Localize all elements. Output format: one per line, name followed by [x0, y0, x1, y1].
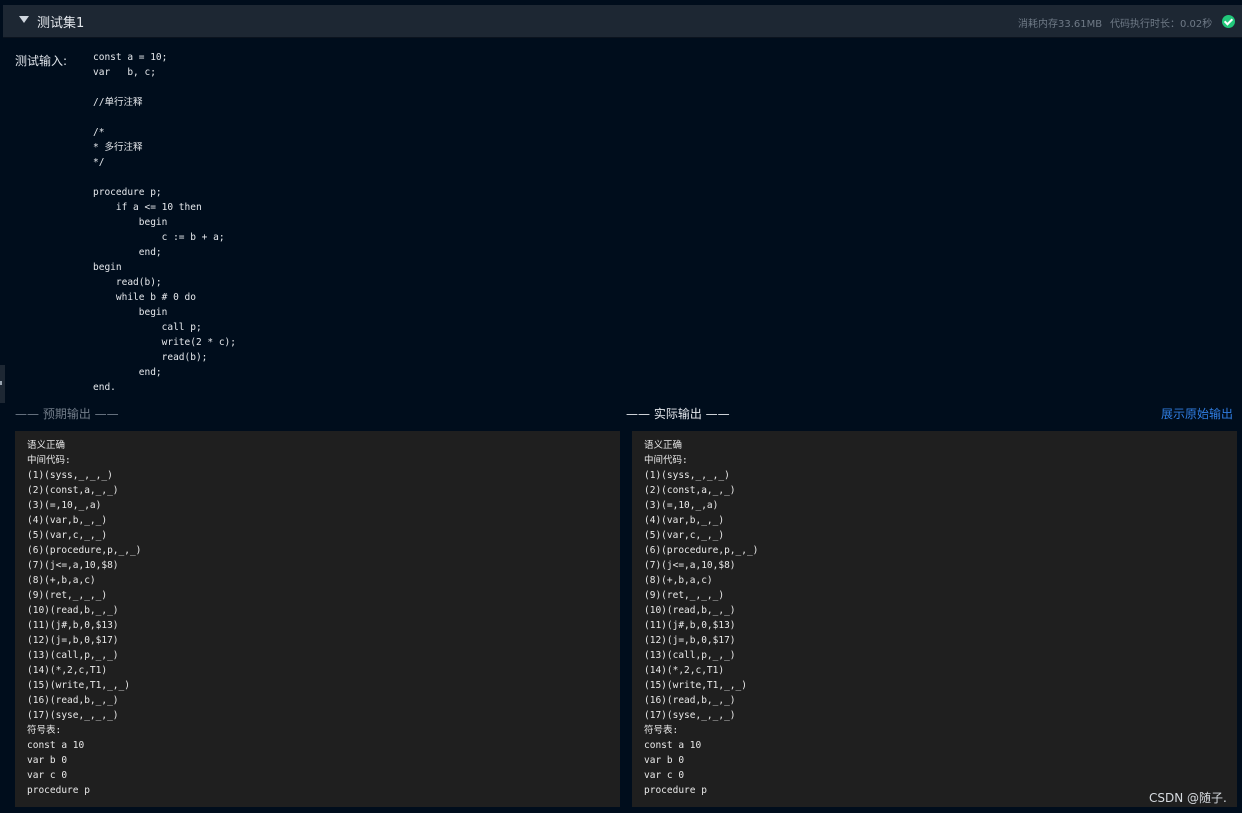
actual-output-label: —— 实际输出 —— — [626, 407, 730, 421]
test-result-panel: 测试集1 消耗内存33.61MB 代码执行时长：0.02秒 测试输入: cons… — [0, 0, 1242, 813]
expected-output-text: 语义正确 中间代码: (1)(syss,_,_,_) (2)(const,a,_… — [27, 440, 142, 796]
watermark: CSDN @随子. — [1149, 791, 1227, 805]
show-raw-output-link[interactable]: 展示原始输出 — [1161, 405, 1233, 422]
test-input-code: const a = 10; var b, c; //单行注释 /* * 多行注释… — [93, 52, 236, 393]
caret-down-icon[interactable] — [19, 16, 29, 23]
memory-usage: 消耗内存33.61MB — [1018, 19, 1103, 30]
expected-output-box: 语义正确 中间代码: (1)(syss,_,_,_) (2)(const,a,_… — [15, 431, 620, 807]
check-circle-icon — [1222, 15, 1235, 28]
test-case-title: 测试集1 — [37, 16, 85, 31]
actual-output-box: 语义正确 中间代码: (1)(syss,_,_,_) (2)(const,a,_… — [632, 431, 1237, 807]
test-input-label: 测试输入: — [15, 54, 68, 68]
side-handle-icon[interactable] — [0, 365, 5, 403]
execution-time: 代码执行时长：0.02秒 — [1110, 19, 1213, 30]
test-case-header[interactable]: 测试集1 消耗内存33.61MB 代码执行时长：0.02秒 — [3, 5, 1242, 38]
expected-output-label: —— 预期输出 —— — [15, 407, 119, 421]
actual-output-text: 语义正确 中间代码: (1)(syss,_,_,_) (2)(const,a,_… — [644, 440, 759, 796]
